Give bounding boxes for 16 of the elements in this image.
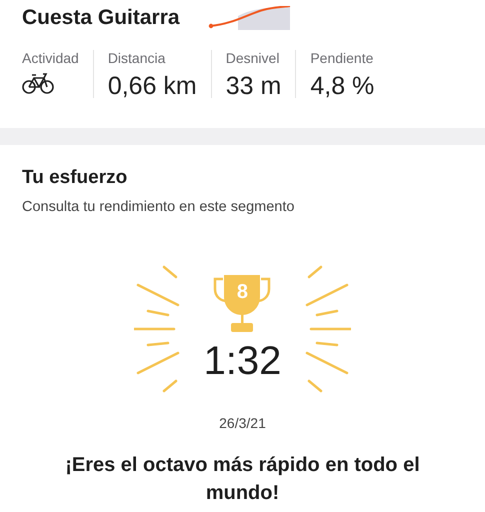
stat-value: 4,8 % [310,72,374,101]
effort-date: 26/3/21 [219,415,266,431]
segment-title: Cuesta Guitarra [22,6,180,30]
rank-number: 8 [236,280,250,304]
rank-message: ¡Eres el octavo más rápido en todo el mundo! [64,453,421,506]
effort-time: 1:32 [204,338,282,384]
stat-label: Desnivel [226,50,280,66]
bicycle-icon [22,72,54,94]
stat-value: 33 m [226,72,282,101]
elevation-profile-icon [208,6,292,30]
stat-label: Distancia [108,50,166,66]
stat-label: Pendiente [310,50,374,66]
section-title: Tu esfuerzo [22,167,128,189]
stat-label: Actividad [22,50,79,66]
stat-value: 0,66 km [108,72,197,101]
section-subtitle: Consulta tu rendimiento en este segmento [22,199,296,215]
